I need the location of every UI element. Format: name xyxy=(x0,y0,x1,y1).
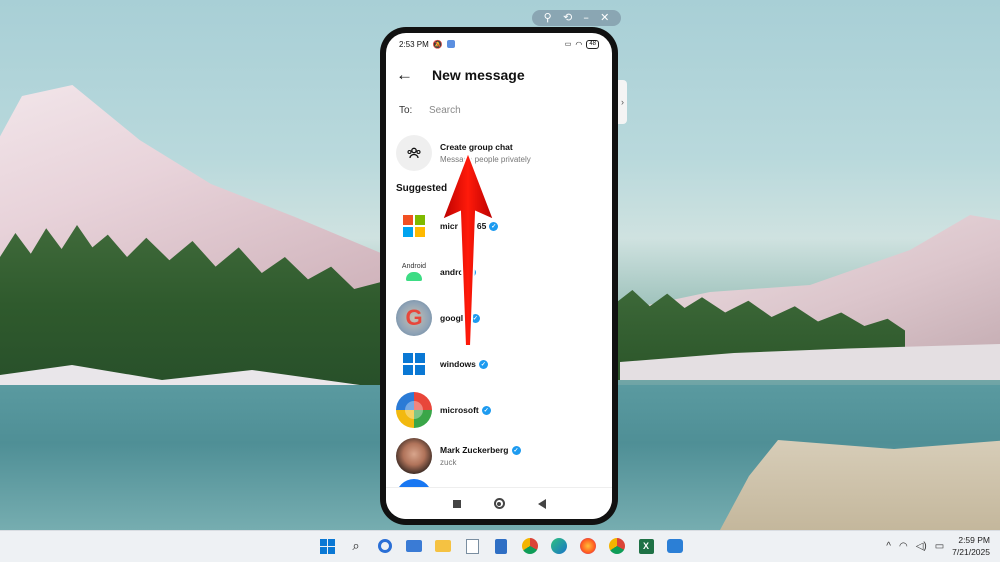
list-item[interactable]: microsoft ✓ xyxy=(386,387,612,433)
chrome-icon[interactable] xyxy=(606,535,628,557)
minimize-button[interactable]: – xyxy=(583,10,589,26)
contact-name: windows xyxy=(440,359,476,369)
back-arrow-icon[interactable]: ← xyxy=(396,65,432,85)
clock-date: 7/21/2025 xyxy=(952,547,990,557)
side-panel-toggle[interactable]: › xyxy=(618,80,627,124)
app-notification-icon xyxy=(446,40,455,48)
windows-start-icon[interactable] xyxy=(316,535,338,557)
excel-icon[interactable]: X xyxy=(635,535,657,557)
list-item[interactable]: Android andro ✓ xyxy=(386,249,612,295)
verified-badge-icon: ✓ xyxy=(478,359,488,369)
recents-icon[interactable] xyxy=(452,499,461,508)
volume-icon[interactable]: ◁) xyxy=(916,541,927,552)
contact-name: google xyxy=(440,313,468,323)
status-bar: 2:53 PM 🔕 ▭ ◠ 48 xyxy=(386,33,612,55)
taskbar-apps: ⌕ X xyxy=(316,535,686,557)
android-avatar-text: Android xyxy=(401,263,427,270)
verified-badge-icon: ✓ xyxy=(466,267,476,277)
suggested-list: micr 65 ✓ Android andro ✓ G google ✓ win… xyxy=(386,203,612,515)
sim-icon: ▭ xyxy=(564,41,572,48)
contact-name: andro xyxy=(440,267,464,277)
page-header: ← New message xyxy=(386,55,612,95)
chevron-up-icon[interactable]: ^ xyxy=(886,541,891,552)
microsoft-logo-icon xyxy=(396,392,432,428)
taskbar: ⌕ X ^ ◠ ◁) ▭ 2:59 PM 7/21/2025 xyxy=(0,530,1000,562)
file-explorer-icon[interactable] xyxy=(432,535,454,557)
list-item[interactable]: windows ✓ xyxy=(386,341,612,387)
recipient-row: To: xyxy=(386,95,612,125)
avatar xyxy=(396,438,432,474)
list-item[interactable]: Mark Zuckerberg ✓ zuck xyxy=(386,433,612,479)
list-item[interactable]: G google ✓ xyxy=(386,295,612,341)
google-icon: G xyxy=(396,300,432,336)
phone-screen: 2:53 PM 🔕 ▭ ◠ 48 ← New message To: Searc… xyxy=(386,33,612,519)
rotate-icon[interactable]: ⟲ xyxy=(563,10,572,26)
wifi-icon: ◠ xyxy=(575,39,583,49)
group-icon xyxy=(396,135,432,171)
android-nav-bar xyxy=(386,487,612,519)
battery-icon[interactable]: ▭ xyxy=(935,541,944,552)
notes-icon[interactable] xyxy=(490,535,512,557)
group-chat-subtitle: Message people privately xyxy=(440,155,531,164)
battery-icon: 48 xyxy=(586,39,599,49)
clock[interactable]: 2:59 PM 7/21/2025 xyxy=(952,534,990,558)
home-icon[interactable] xyxy=(493,498,505,509)
phone-frame: 2:53 PM 🔕 ▭ ◠ 48 ← New message To: Searc… xyxy=(380,27,618,525)
system-tray: ^ ◠ ◁) ▭ 2:59 PM 7/21/2025 xyxy=(886,534,990,558)
group-chat-title: Create group chat xyxy=(440,142,513,152)
list-item[interactable]: micr 65 ✓ xyxy=(386,203,612,249)
widgets-icon[interactable] xyxy=(403,535,425,557)
contact-name: Mark Zuckerberg xyxy=(440,445,509,455)
notepad-icon[interactable] xyxy=(461,535,483,557)
copilot-icon[interactable] xyxy=(374,535,396,557)
wifi-icon[interactable]: ◠ xyxy=(899,541,908,552)
firefox-icon[interactable] xyxy=(577,535,599,557)
contact-name: microsoft xyxy=(440,405,479,415)
verified-badge-icon: ✓ xyxy=(470,313,480,323)
microsoft-365-icon xyxy=(396,208,432,244)
page-title: New message xyxy=(432,67,525,83)
android-icon: Android xyxy=(396,254,432,290)
mirror-window-titlebar: ⚲ ⟲ – ✕ xyxy=(532,10,621,26)
suggested-heading: Suggested xyxy=(396,183,448,194)
search-input[interactable] xyxy=(429,104,579,116)
edge-icon[interactable] xyxy=(548,535,570,557)
windows-icon xyxy=(396,346,432,382)
verified-badge-icon: ✓ xyxy=(489,221,499,231)
contact-name: micr 65 xyxy=(440,221,487,231)
chrome-icon[interactable] xyxy=(519,535,541,557)
verified-badge-icon: ✓ xyxy=(481,405,491,415)
contact-username: zuck xyxy=(440,458,457,467)
search-icon[interactable]: ⌕ xyxy=(345,535,367,557)
muted-bell-icon: 🔕 xyxy=(432,39,443,49)
create-group-chat-button[interactable]: Create group chat Message people private… xyxy=(386,133,612,173)
to-label: To: xyxy=(399,104,413,116)
close-button[interactable]: ✕ xyxy=(600,10,609,26)
chevron-right-icon: › xyxy=(621,97,624,107)
verified-badge-icon: ✓ xyxy=(511,445,521,455)
pin-icon[interactable]: ⚲ xyxy=(544,10,552,26)
phone-mirror-icon[interactable] xyxy=(664,535,686,557)
back-icon[interactable] xyxy=(537,498,546,509)
status-time: 2:53 PM xyxy=(399,39,429,49)
clock-time: 2:59 PM xyxy=(958,535,990,545)
